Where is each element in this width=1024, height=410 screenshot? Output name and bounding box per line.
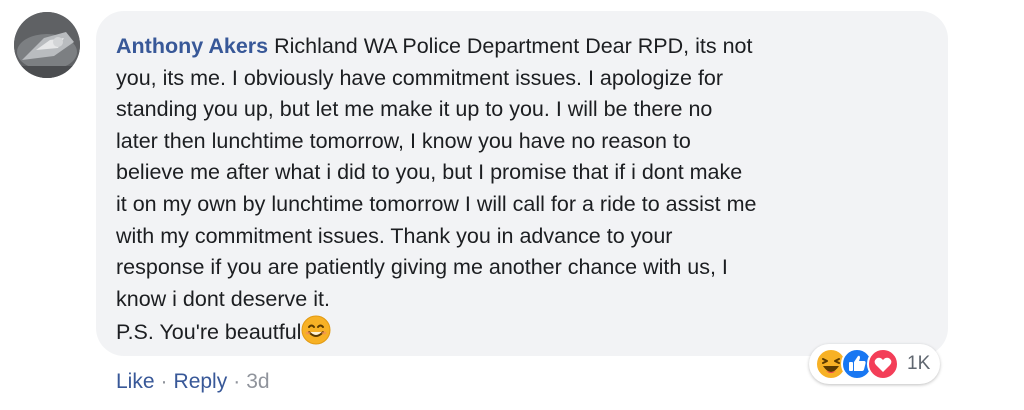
author-name[interactable]: Anthony Akers [116,34,268,58]
reaction-summary[interactable]: 1K [809,344,941,384]
avatar[interactable] [14,12,80,78]
comment-line-8: response if you are patiently giving me … [116,255,728,280]
separator: · [233,370,241,393]
comment-line-7: with my commitment issues. Thank you in … [116,223,673,248]
comment-line-9: know i dont deserve it. [116,286,330,311]
comment-actions: Like · Reply · 3d [116,370,270,394]
comment-bubble: Anthony Akers Richland WA Police Departm… [96,11,948,356]
reply-link[interactable]: Reply [174,370,228,394]
comment-body: Anthony Akers Richland WA Police Departm… [116,31,924,349]
comment-line-5: believe me after what i did to you, but … [116,160,743,185]
separator: · [160,370,168,393]
comment-line-3: standing you up, but let me make it up t… [116,97,713,122]
timestamp[interactable]: 3d [246,370,269,394]
comment-line-2: you, its me. I obviously have commitment… [116,65,724,90]
like-link[interactable]: Like [116,370,155,394]
reaction-count: 1K [907,353,931,374]
comment-line-10: P.S. You're beautful [116,315,924,349]
comment-line-4: later then lunchtime tomorrow, I know yo… [116,128,691,153]
smiling-face-emoji [301,315,331,345]
comment-ps: P.S. You're beautful [116,320,302,345]
comment-text: Richland WA Police Department Dear RPD, … [274,34,753,58]
comment-line-1: Anthony Akers Richland WA Police Departm… [116,31,924,63]
avatar-image [14,12,80,78]
comment-line-6: it on my own by lunchtime tomorrow I wil… [116,191,757,216]
love-icon [867,348,899,380]
